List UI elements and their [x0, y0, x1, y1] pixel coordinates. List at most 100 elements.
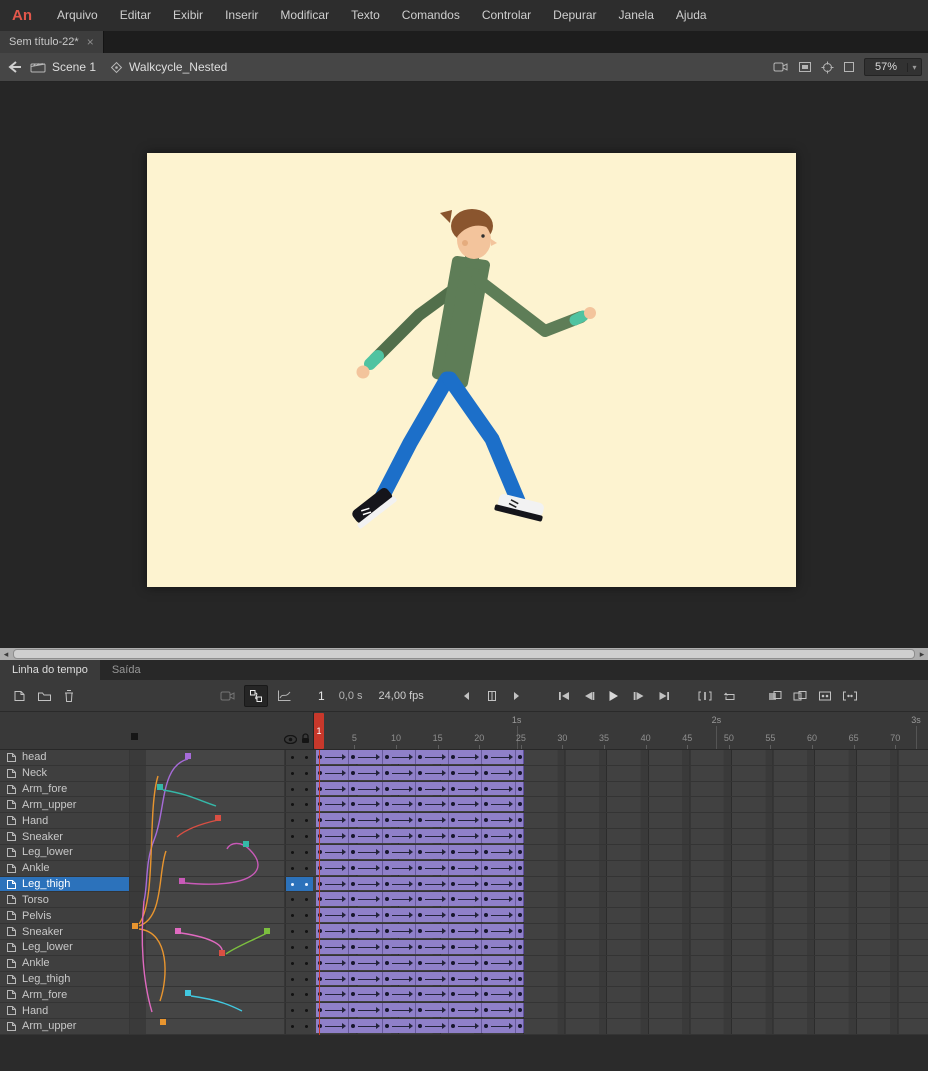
menu-inserir[interactable]: Inserir [214, 0, 269, 31]
menu-comandos[interactable]: Comandos [391, 0, 471, 31]
layer-visibility-dot[interactable] [285, 972, 299, 987]
menu-editar[interactable]: Editar [109, 0, 162, 31]
center-frame-button[interactable] [696, 685, 714, 707]
layer-row[interactable]: Hand [0, 813, 313, 829]
layer-parent-cell[interactable] [130, 797, 285, 812]
layer-lock-dot[interactable] [299, 829, 313, 844]
tab-timeline[interactable]: Linha do tempo [0, 660, 100, 680]
layer-name-cell[interactable]: Sneaker [0, 829, 130, 844]
stage-canvas[interactable] [147, 153, 796, 587]
layer-row[interactable]: Arm_fore [0, 782, 313, 798]
scroll-left-icon[interactable]: ◂ [0, 648, 12, 660]
layer-lock-dot[interactable] [299, 1003, 313, 1018]
layer-frames-row[interactable] [313, 813, 928, 829]
motion-tween-span[interactable] [316, 1019, 524, 1033]
menu-janela[interactable]: Janela [608, 0, 665, 31]
zoom-select[interactable]: 57% ▾ [864, 58, 922, 76]
close-icon[interactable]: × [87, 36, 94, 48]
layer-visibility-dot[interactable] [285, 1019, 299, 1034]
onion-skin-outlines-button[interactable] [791, 685, 809, 707]
motion-tween-span[interactable] [316, 956, 524, 970]
layer-lock-dot[interactable] [299, 924, 313, 939]
layer-lock-dot[interactable] [299, 892, 313, 907]
layer-name-cell[interactable]: head [0, 750, 130, 765]
layer-parent-cell[interactable] [130, 1003, 285, 1018]
layer-frames-row[interactable] [313, 766, 928, 782]
motion-editor-button[interactable] [275, 685, 293, 707]
menu-ajuda[interactable]: Ajuda [665, 0, 718, 31]
layer-frames-row[interactable] [313, 940, 928, 956]
motion-tween-span[interactable] [316, 972, 524, 986]
menu-texto[interactable]: Texto [340, 0, 391, 31]
playhead[interactable]: 1 [314, 713, 324, 749]
layer-lock-dot[interactable] [299, 987, 313, 1002]
layer-parenting-toggle[interactable] [244, 685, 268, 707]
walk-character[interactable] [147, 153, 796, 587]
lock-icon[interactable] [301, 733, 310, 744]
loop-playback-button[interactable] [721, 685, 739, 707]
layer-parent-cell[interactable] [130, 877, 285, 892]
layer-visibility-dot[interactable] [285, 797, 299, 812]
motion-tween-span[interactable] [316, 782, 524, 796]
layer-parent-cell[interactable] [130, 1019, 285, 1034]
stage-bounds-button[interactable] [843, 61, 855, 73]
go-to-last-frame-button[interactable] [655, 685, 673, 707]
layer-row[interactable]: Sneaker [0, 924, 313, 940]
add-camera-button[interactable] [219, 685, 237, 707]
motion-tween-span[interactable] [316, 813, 524, 827]
current-frame-box[interactable] [483, 685, 501, 707]
layer-visibility-dot[interactable] [285, 940, 299, 955]
modify-markers-button[interactable] [841, 685, 859, 707]
layer-name-cell[interactable]: Ankle [0, 861, 130, 876]
frame-rate[interactable]: 24,00 fps [379, 690, 424, 702]
layer-parent-cell[interactable] [130, 972, 285, 987]
layer-parent-cell[interactable] [130, 861, 285, 876]
delete-layer-button[interactable] [60, 685, 78, 707]
layer-name-cell[interactable]: Hand [0, 813, 130, 828]
layer-visibility-dot[interactable] [285, 892, 299, 907]
stage-pasteboard[interactable] [0, 82, 928, 648]
layer-row[interactable]: Pelvis [0, 908, 313, 924]
layer-visibility-dot[interactable] [285, 1003, 299, 1018]
layer-name-cell[interactable]: Arm_fore [0, 987, 130, 1002]
layer-name-cell[interactable]: Ankle [0, 956, 130, 971]
layer-parent-cell[interactable] [130, 766, 285, 781]
clip-content-button[interactable] [798, 61, 812, 73]
camera-button[interactable] [773, 61, 789, 73]
layer-name-cell[interactable]: Sneaker [0, 924, 130, 939]
layer-lock-dot[interactable] [299, 861, 313, 876]
layer-parent-cell[interactable] [130, 750, 285, 765]
menu-depurar[interactable]: Depurar [542, 0, 607, 31]
layer-row[interactable]: Ankle [0, 861, 313, 877]
layer-row[interactable]: Hand [0, 1003, 313, 1019]
layer-parent-cell[interactable] [130, 956, 285, 971]
edit-multiple-frames-button[interactable] [816, 685, 834, 707]
layer-frames-row[interactable] [313, 1019, 928, 1035]
layer-visibility-dot[interactable] [285, 956, 299, 971]
menu-exibir[interactable]: Exibir [162, 0, 214, 31]
layer-visibility-dot[interactable] [285, 813, 299, 828]
previous-frame-button[interactable] [580, 685, 598, 707]
layer-visibility-dot[interactable] [285, 845, 299, 860]
layer-name-cell[interactable]: Leg_thigh [0, 877, 130, 892]
layer-visibility-dot[interactable] [285, 750, 299, 765]
motion-tween-span[interactable] [316, 1003, 524, 1017]
layer-row[interactable]: Neck [0, 766, 313, 782]
motion-tween-span[interactable] [316, 829, 524, 843]
layer-lock-dot[interactable] [299, 940, 313, 955]
layer-visibility-dot[interactable] [285, 908, 299, 923]
document-tab[interactable]: Sem título-22* × [0, 31, 104, 53]
layer-row[interactable]: Torso [0, 892, 313, 908]
motion-tween-span[interactable] [316, 877, 524, 891]
layer-parent-cell[interactable] [130, 892, 285, 907]
layer-parent-cell[interactable] [130, 782, 285, 797]
step-back-button[interactable] [458, 685, 476, 707]
layer-frames-row[interactable] [313, 829, 928, 845]
back-button[interactable] [0, 53, 30, 81]
layer-visibility-dot[interactable] [285, 829, 299, 844]
layer-row[interactable]: Leg_lower [0, 940, 313, 956]
layer-frames-row[interactable] [313, 924, 928, 940]
layer-row[interactable]: Arm_upper [0, 1019, 313, 1035]
layer-parent-cell[interactable] [130, 845, 285, 860]
layer-lock-dot[interactable] [299, 845, 313, 860]
